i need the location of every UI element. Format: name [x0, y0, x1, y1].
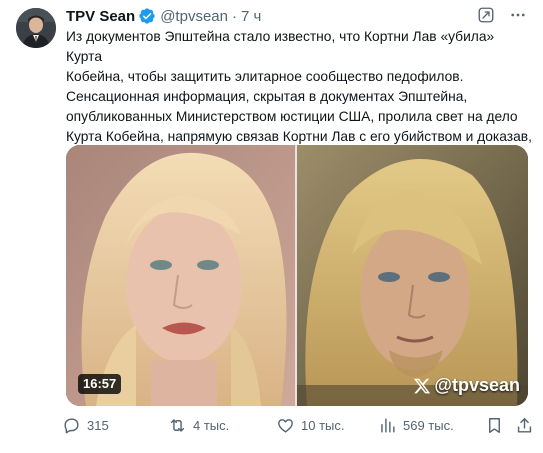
more-options-icon[interactable]	[509, 6, 527, 24]
bookmark-button[interactable]	[485, 416, 510, 435]
tweet[interactable]: TPV Sean @tpvsean · 7 ч Из документов Эп…	[0, 0, 543, 453]
retweet-count: 4 тыс.	[193, 418, 230, 433]
tweet-actions: 315 4 тыс. 10 тыс. 569 тыс.	[62, 416, 532, 440]
watermark: @tpvsean	[413, 375, 520, 396]
tweet-header: TPV Sean @tpvsean · 7 ч	[66, 6, 531, 26]
like-count: 10 тыс.	[301, 418, 345, 433]
tweet-media-video[interactable]: 16:57 @tpvsean	[66, 145, 528, 406]
photo-courtney-love	[66, 145, 295, 406]
author-handle[interactable]: @tpvsean	[160, 8, 228, 25]
reply-button[interactable]: 315	[62, 416, 109, 435]
header-actions	[477, 6, 527, 24]
views-button[interactable]: 569 тыс.	[378, 416, 454, 435]
watermark-handle: @tpvsean	[434, 375, 520, 395]
bookmark-icon	[485, 416, 504, 435]
heart-icon	[276, 416, 295, 435]
views-count: 569 тыс.	[403, 418, 454, 433]
reply-icon	[62, 416, 81, 435]
x-logo-icon	[413, 377, 431, 395]
retweet-icon	[168, 416, 187, 435]
video-duration: 16:57	[78, 374, 122, 394]
views-icon	[378, 416, 397, 435]
like-button[interactable]: 10 тыс.	[276, 416, 344, 435]
share-icon	[515, 416, 534, 435]
retweet-button[interactable]: 4 тыс.	[168, 416, 229, 435]
separator-dot: ·	[231, 7, 237, 25]
grok-icon[interactable]	[477, 6, 495, 24]
share-button[interactable]	[515, 416, 540, 435]
photo-kurt-cobain	[297, 145, 528, 406]
tweet-time[interactable]: 7 ч	[241, 8, 261, 25]
author-name[interactable]: TPV Sean	[66, 8, 135, 25]
avatar[interactable]	[16, 8, 56, 48]
reply-count: 315	[87, 418, 109, 433]
verified-badge-icon	[138, 7, 156, 25]
